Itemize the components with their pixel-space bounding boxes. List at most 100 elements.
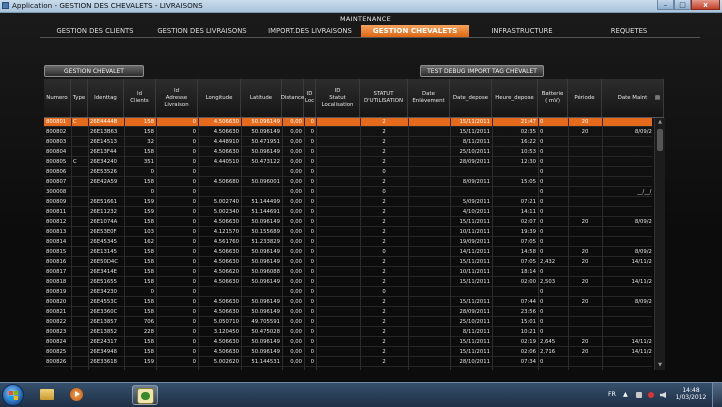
scroll-up-icon[interactable]: ▲ <box>655 118 665 127</box>
cell-date-maint: 8/09/2011 <box>634 249 652 255</box>
column-header-date-depose[interactable]: Date_depose <box>450 79 492 117</box>
table-row[interactable]: 800824 26E24317 158 0 4.506630 50.096149 0,00 0… <box>44 338 652 347</box>
table-row[interactable]: 800802 26E13B63 158 0 4.506630 50.096149 0,00 0… <box>44 128 652 137</box>
tab-import-livraisons[interactable]: IMPORT.DES LIVRAISONS <box>262 25 358 37</box>
table-row[interactable]: 800814 26E45345 162 0 4.561760 51.233829 0,00 0… <box>44 238 652 247</box>
explorer-taskbar-button[interactable] <box>34 385 60 405</box>
table-row[interactable]: 800805 C 26E34240 351 0 4.440510 50.473122 0,00… <box>44 158 652 167</box>
tab-infrastructure[interactable]: INFRASTRUCTURE <box>480 25 564 37</box>
media-player-taskbar-button[interactable] <box>64 385 90 405</box>
minimize-button[interactable]: – <box>657 0 674 10</box>
column-chooser-icon[interactable]: ▤ <box>652 79 664 117</box>
maximize-button[interactable]: □ <box>674 0 691 10</box>
table-row[interactable]: 800812 26E1074A 158 0 4.506630 50.096149 0,00 0… <box>44 218 652 227</box>
table-row[interactable]: 800820 26E4553C 158 0 4.506630 50.096149 0,00 0… <box>44 298 652 307</box>
application-taskbar-button[interactable] <box>132 385 158 405</box>
cell-date-maint: 8/09/2011 <box>634 129 652 135</box>
column-header-heure-depose[interactable]: Heure_depose <box>492 79 538 117</box>
table-row[interactable]: 800803 26E14513 32 0 4.448910 50.471951 0,00 0 2… <box>44 138 652 147</box>
column-header-periode[interactable]: Période <box>568 79 602 117</box>
tab-gestion-livraisons[interactable]: GESTION DES LIVRAISONS <box>148 25 256 37</box>
column-header-longitude[interactable]: Longitude <box>198 79 241 117</box>
tab-gestion-clients[interactable]: GESTION DES CLIENTS <box>45 25 145 37</box>
window-titlebar[interactable]: Application - GESTION DES CHEVALETS - LI… <box>0 0 722 13</box>
cell-statut-utilisation: 2 <box>382 229 386 235</box>
table-row[interactable]: 800804 26E13F44 158 0 4.506630 50.096149 0,00 0… <box>44 148 652 157</box>
cell-periode <box>570 178 600 187</box>
table-row[interactable]: 800807 26E42A59 158 0 4.506680 50.096001 0,00 0… <box>44 178 652 187</box>
scroll-thumb[interactable] <box>657 129 663 151</box>
tab-gestion-chevalets[interactable]: GESTION CHEVALETS <box>361 25 469 37</box>
table-row[interactable]: 800813 26E53E0F 103 0 4.121570 50.155689 0,00 0… <box>44 228 652 237</box>
table-row[interactable]: 800806 26E53526 0 0 0,00 0 0 0 <box>44 168 652 177</box>
tab-requetes[interactable]: REQUETES <box>594 25 664 37</box>
cell-date-enlevement <box>410 138 448 147</box>
table-row[interactable]: 800826 26E33618 159 0 5.002620 51.144531 0,00 0… <box>44 358 652 367</box>
table-row[interactable]: 800821 26E3360C 158 0 4.506630 50.096149 0,00 0… <box>44 308 652 317</box>
cell-id-clients: 159 <box>143 199 154 205</box>
table-row[interactable]: 800811 26E11232 159 0 5.002340 51.144691 0,00 0… <box>44 208 652 217</box>
cell-distance: 0,00 <box>290 169 302 175</box>
start-button[interactable] <box>2 384 24 406</box>
language-indicator[interactable]: FR <box>608 391 616 398</box>
cell-latitude <box>243 188 280 197</box>
cell-date-depose: 28/09/2011 <box>459 309 490 315</box>
gestion-chevalet-button[interactable]: GESTION CHEVALET <box>44 65 144 77</box>
table-row[interactable]: 800822 26E13857 706 0 5.050710 49.705591 0,00 0… <box>44 318 652 327</box>
cell-identtag: 26E4553C <box>90 299 118 305</box>
cell-longitude: 4.506630 <box>213 129 239 135</box>
cell-batterie: 0 <box>540 219 544 225</box>
cell-id-loc: 0 <box>310 259 314 265</box>
table-row[interactable]: 800815 26E13145 158 0 4.506630 50.096149 0,00 0… <box>44 248 652 257</box>
tray-expand-icon[interactable]: ▲ <box>623 391 628 398</box>
column-header-id-adresse-livraison[interactable]: Id Adresse Livraison <box>156 79 198 117</box>
cell-type <box>73 168 86 177</box>
cell-distance: 0,00 <box>290 139 302 145</box>
menu-header-maintenance[interactable]: MAINTENANCE <box>340 15 391 23</box>
column-header-type[interactable]: Type <box>71 79 88 117</box>
column-header-identtag[interactable]: Identtag <box>88 79 124 117</box>
cell-id-loc: 0 <box>310 139 314 145</box>
column-header-numero[interactable]: Numero <box>44 79 71 117</box>
cell-heure-depose: 07:44 <box>520 299 536 305</box>
table-row[interactable]: 800819 26E34230 0 0 0,00 0 0 0 <box>44 288 652 297</box>
cell-id-statut-localisation <box>318 118 358 127</box>
column-header-id-loc[interactable]: ID Loc <box>304 79 316 117</box>
test-debug-import-button[interactable]: TEST DEBUG IMPORT TAG CHEVALET <box>420 65 544 77</box>
column-header-statut-utilisation[interactable]: STATUT D'UTILISATION <box>360 79 408 117</box>
cell-id-adresse-livraison: 0 <box>192 329 196 335</box>
table-row[interactable]: 800809 26E51661 159 0 5.002740 51.144499 0,00 0… <box>44 198 652 207</box>
cell-numero: 800826 <box>46 359 67 365</box>
cell-date-maint <box>604 228 652 237</box>
cell-id-adresse-livraison: 0 <box>192 159 196 165</box>
show-desktop-button[interactable] <box>712 383 722 407</box>
table-row[interactable]: 800817 26E3414E 158 0 4.506620 50.096088 0,00 0… <box>44 268 652 277</box>
cell-longitude <box>200 188 239 197</box>
cell-distance: 0,00 <box>290 359 302 365</box>
network-icon[interactable] <box>648 392 654 398</box>
column-header-batterie[interactable]: Batterie ( mV) <box>538 79 568 117</box>
column-header-distance[interactable]: Distance <box>281 79 304 117</box>
table-row-selected[interactable]: 800801 C 26E4444B 158 0 4.506630 50.096149 0,00… <box>44 118 652 127</box>
cell-batterie: 0 <box>540 229 544 235</box>
table-row[interactable]: 300008 0 0 0,00 0 0 0 __/__/____ <box>44 188 652 197</box>
scroll-down-icon[interactable]: ▼ <box>655 361 665 370</box>
volume-icon[interactable] <box>660 392 666 398</box>
cell-id-loc: 0 <box>310 229 314 235</box>
table-row[interactable]: 800818 26E51655 158 0 4.506630 50.096149 0,00 0… <box>44 278 652 287</box>
column-header-id-clients[interactable]: Id Clients <box>124 79 156 117</box>
table-row[interactable]: 800825 26E34948 158 0 4.506630 50.096149 0,00 0… <box>44 348 652 357</box>
cell-batterie: 0 <box>540 149 544 155</box>
action-center-icon[interactable] <box>636 392 642 398</box>
table-row[interactable]: 800823 26E13852 228 0 3.120450 50.475028 0,00 0… <box>44 328 652 337</box>
table-scrollbar[interactable]: ▲ ▼ <box>654 118 665 370</box>
column-header-id-statut-localisation[interactable]: ID Statut Localisation <box>316 79 360 117</box>
cell-date-enlevement <box>410 348 448 357</box>
taskbar-clock[interactable]: 14:48 1/03/2012 <box>673 387 709 401</box>
cell-id-statut-localisation <box>318 308 358 317</box>
column-header-date-enlevement[interactable]: Date Enlèvement <box>408 79 450 117</box>
column-header-latitude[interactable]: Latitude <box>241 79 282 117</box>
close-button[interactable]: x <box>691 0 720 10</box>
table-row[interactable]: 800816 26E50D4C 158 0 4.506630 50.096149 0,00 0… <box>44 258 652 267</box>
cell-date-depose: 15/11/2011 <box>459 349 490 355</box>
